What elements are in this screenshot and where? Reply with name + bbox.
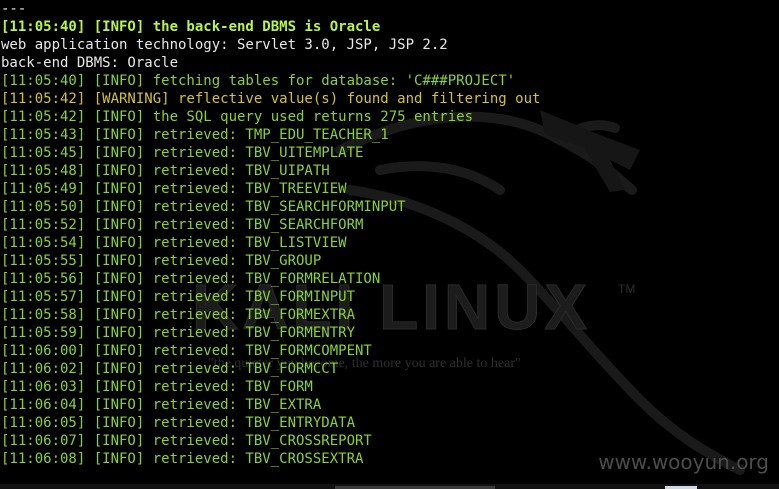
output-line: [11:05:52] [INFO] retrieved: TBV_SEARCHF…: [1, 217, 364, 233]
output-line: [11:06:08] [INFO] retrieved: TBV_CROSSEX…: [1, 451, 364, 467]
output-line: [11:05:43] [INFO] retrieved: TMP_EDU_TEA…: [1, 127, 389, 143]
output-line: [11:05:49] [INFO] retrieved: TBV_TREEVIE…: [1, 181, 347, 197]
output-line: [11:06:00] [INFO] retrieved: TBV_FORMCOM…: [1, 343, 372, 359]
output-line: [11:05:40] [INFO] the back-end DBMS is O…: [1, 19, 381, 35]
output-line: [11:05:50] [INFO] retrieved: TBV_SEARCHF…: [1, 199, 406, 215]
output-line: [11:06:07] [INFO] retrieved: TBV_CROSSRE…: [1, 433, 372, 449]
output-line: [11:06:03] [INFO] retrieved: TBV_FORM: [1, 379, 313, 395]
output-line: back-end DBMS: Oracle: [1, 55, 179, 71]
output-line: [11:05:56] [INFO] retrieved: TBV_FORMREL…: [1, 271, 381, 287]
output-line: [11:05:58] [INFO] retrieved: TBV_FORMEXT…: [1, 307, 356, 323]
output-line: [11:05:48] [INFO] retrieved: TBV_UIPATH: [1, 163, 330, 179]
output-line: [11:05:42] [WARNING] reflective value(s)…: [1, 91, 541, 107]
output-line: web application technology: Servlet 3.0,…: [1, 37, 448, 53]
kali-trademark: TM: [618, 282, 636, 296]
output-line: [11:06:04] [INFO] retrieved: TBV_EXTRA: [1, 397, 322, 413]
output-line: [11:06:02] [INFO] retrieved: TBV_FORMCCT: [1, 361, 339, 377]
output-line: [11:05:54] [INFO] retrieved: TBV_LISTVIE…: [1, 235, 347, 251]
output-line: [11:05:42] [INFO] the SQL query used ret…: [1, 109, 474, 125]
watermark-text: www.wooyun.org: [598, 450, 769, 474]
terminal-window[interactable]: KALI LINUX TM "the quieter you become, t…: [0, 0, 779, 489]
terminal-output: --- [11:05:40] [INFO] the back-end DBMS …: [1, 0, 540, 468]
output-line: [11:05:40] [INFO] fetching tables for da…: [1, 73, 516, 89]
output-line: [11:05:45] [INFO] retrieved: TBV_UITEMPL…: [1, 145, 364, 161]
output-line: [11:05:55] [INFO] retrieved: TBV_GROUP: [1, 253, 322, 269]
output-line: [11:05:59] [INFO] retrieved: TBV_FORMENT…: [1, 325, 356, 341]
output-line: [11:05:57] [INFO] retrieved: TBV_FORMINP…: [1, 289, 356, 305]
output-line: ---: [1, 1, 27, 17]
output-line: [11:06:05] [INFO] retrieved: TBV_ENTRYDA…: [1, 415, 356, 431]
